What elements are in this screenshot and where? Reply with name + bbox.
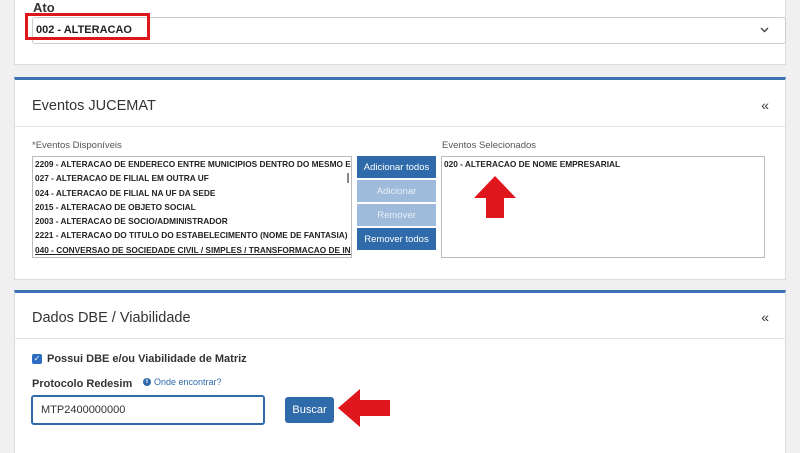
help-link-text[interactable]: Onde encontrar? [154,377,222,387]
eventos-panel: Eventos JUCEMAT « *Eventos Disponíveis E… [14,77,786,280]
dbe-checkbox-label[interactable]: Possui DBE e/ou Viabilidade de Matriz [47,353,247,365]
checkbox-checked-icon[interactable]: ✓ [32,354,42,364]
list-item[interactable]: 020 - ALTERACAO DE NOME EMPRESARIAL [442,157,764,169]
list-item[interactable]: 2209 - ALTERACAO DE ENDERECO ENTRE MUNIC… [33,157,351,171]
list-item[interactable]: 2015 - ALTERACAO DE OBJETO SOCIAL [33,200,351,214]
collapse-icon[interactable]: « [761,97,769,113]
dados-title: Dados DBE / Viabilidade [32,310,191,326]
remove-all-button[interactable]: Remover todos [357,228,436,250]
ato-panel: Ato 002 - ALTERACAO [14,0,786,65]
dbe-checkbox-row[interactable]: ✓ Possui DBE e/ou Viabilidade de Matriz [32,353,247,365]
search-button[interactable]: Buscar [285,397,334,423]
chevron-down-icon[interactable] [760,25,769,36]
ato-selected-value[interactable]: 002 - ALTERACAO [36,24,132,36]
collapse-icon[interactable]: « [761,309,769,325]
scrollbar-thumb[interactable] [347,173,349,183]
add-all-button[interactable]: Adicionar todos [357,156,436,178]
add-button[interactable]: Adicionar [357,180,436,202]
eventos-title: Eventos JUCEMAT [32,98,156,114]
red-arrow-up-icon [474,176,516,218]
list-item[interactable]: 027 - ALTERACAO DE FILIAL EM OUTRA UF [33,171,351,185]
list-item[interactable]: 2221 - ALTERACAO DO TITULO DO ESTABELECI… [33,228,351,242]
dados-panel: Dados DBE / Viabilidade « ✓ Possui DBE e… [14,290,786,453]
divider [15,338,785,339]
available-events-label: *Eventos Disponíveis [32,140,122,151]
remove-button[interactable]: Remover [357,204,436,226]
list-item[interactable]: 040 - CONVERSAO DE SOCIEDADE CIVIL / SIM… [33,243,351,257]
list-item[interactable]: 024 - ALTERACAO DE FILIAL NA UF DA SEDE [33,186,351,200]
help-link[interactable]: i Onde encontrar? [143,377,222,387]
list-item[interactable]: 2003 - ALTERACAO DE SOCIO/ADMINISTRADOR [33,214,351,228]
protocolo-label: Protocolo Redesim [32,378,133,390]
transfer-buttons: Adicionar todos Adicionar Remover Remove… [357,156,436,252]
protocolo-input[interactable] [31,395,265,425]
divider [15,126,785,127]
selected-events-label: Eventos Selecionados [442,140,537,151]
info-icon: i [143,378,151,386]
red-arrow-left-icon [338,389,390,427]
available-events-list[interactable]: 2209 - ALTERACAO DE ENDERECO ENTRE MUNIC… [32,156,352,258]
